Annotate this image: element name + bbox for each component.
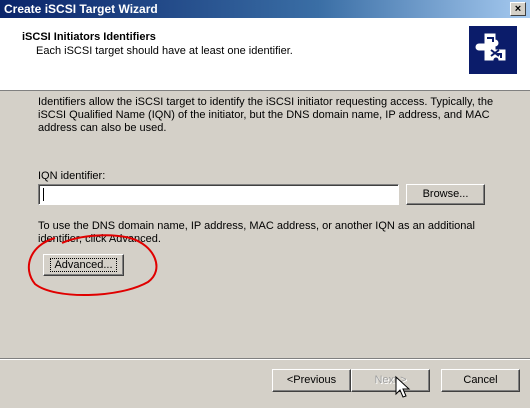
- wizard-header: iSCSI Initiators Identifiers Each iSCSI …: [0, 18, 530, 91]
- advanced-button-label: Advanced...: [50, 258, 117, 272]
- title-bar[interactable]: Create iSCSI Target Wizard ×: [0, 0, 530, 18]
- cancel-button[interactable]: Cancel: [441, 369, 520, 392]
- previous-button[interactable]: <Previous: [272, 369, 351, 392]
- iqn-identifier-input[interactable]: [38, 184, 399, 205]
- close-button[interactable]: ×: [510, 2, 526, 16]
- wizard-window: Create iSCSI Target Wizard × iSCSI Initi…: [0, 0, 530, 408]
- advanced-instructions: To use the DNS domain name, IP address, …: [38, 220, 475, 245]
- iqn-label: IQN identifier:: [38, 170, 106, 182]
- page-title: iSCSI Initiators Identifiers: [22, 31, 156, 43]
- advanced-button[interactable]: Advanced...: [43, 254, 124, 276]
- description-text: Identifiers allow the iSCSI target to id…: [38, 96, 494, 134]
- text-caret: [43, 188, 44, 201]
- mouse-pointer-icon: [395, 376, 411, 398]
- browse-button[interactable]: Browse...: [406, 184, 485, 205]
- footer-divider: [0, 358, 530, 360]
- wizard-puzzle-icon: [469, 26, 517, 74]
- window-title: Create iSCSI Target Wizard: [4, 2, 158, 16]
- next-button[interactable]: Next >: [351, 369, 430, 392]
- page-subtitle: Each iSCSI target should have at least o…: [36, 45, 293, 57]
